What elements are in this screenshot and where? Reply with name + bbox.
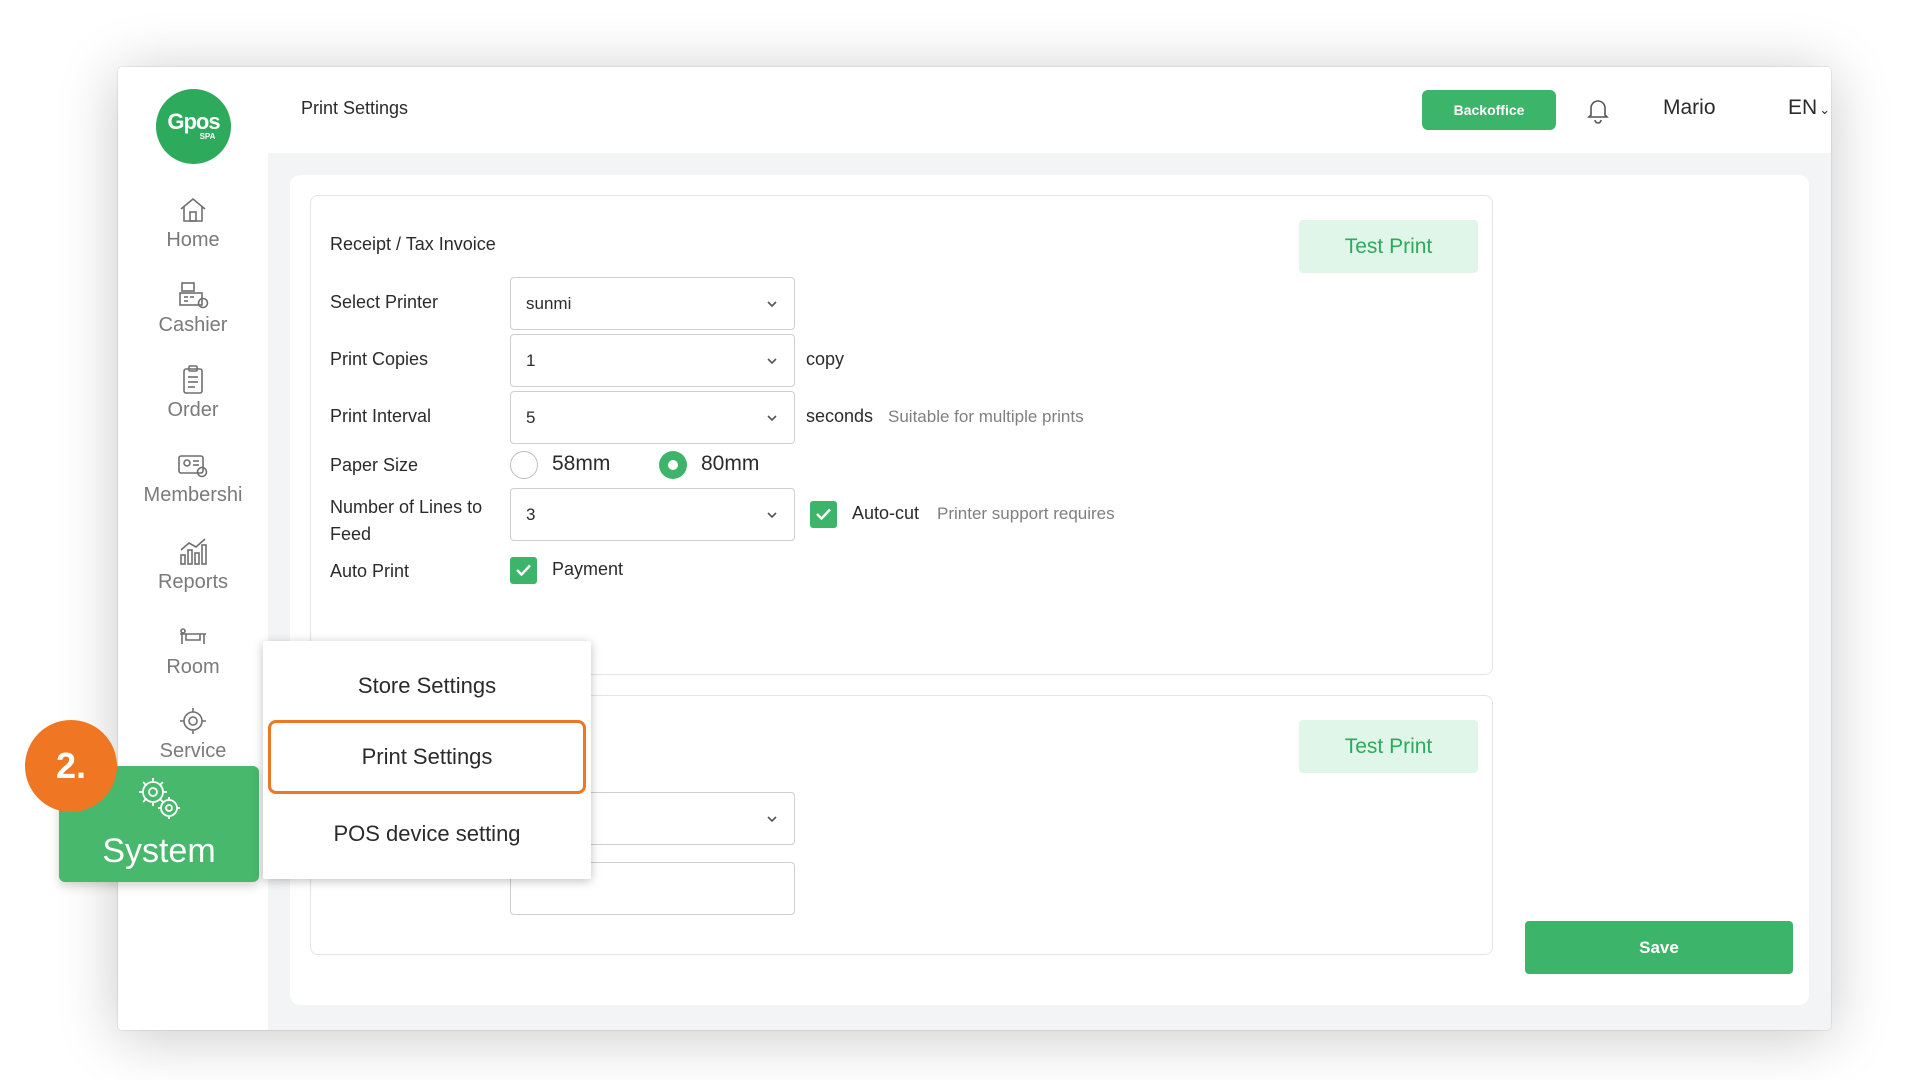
sidebar-item-label: Membershi: [143, 484, 243, 506]
auto-print-label: Auto Print: [330, 561, 410, 581]
auto-print-payment-checkbox[interactable]: [510, 557, 537, 584]
checkmark-icon: [516, 564, 531, 577]
sidebar-item-label: Home: [166, 229, 220, 251]
print-interval-value: 5: [526, 407, 536, 427]
backoffice-button[interactable]: Backoffice: [1422, 90, 1556, 130]
sidebar-item-label: Service: [159, 740, 227, 762]
step-badge: 2.: [25, 720, 117, 812]
print-interval-dropdown[interactable]: 5: [510, 391, 795, 444]
paper-size-label: Paper Size: [330, 455, 419, 475]
system-label: System: [102, 832, 216, 870]
sidebar: Gpos SPA Home Cashier Order Membershi Re…: [118, 67, 268, 1030]
sidebar-item-service[interactable]: Service: [118, 704, 268, 763]
print-copies-value: 1: [526, 350, 536, 370]
sidebar-item-label: Room: [166, 656, 220, 678]
user-name[interactable]: Mario: [1663, 96, 1716, 120]
sidebar-item-label: Reports: [157, 571, 229, 593]
logo-subtext: SPA: [199, 132, 216, 141]
menu-item-pos-device-setting[interactable]: POS device setting: [263, 797, 591, 871]
select-printer-value: sunmi: [526, 293, 572, 313]
receipt-settings-card: Receipt / Tax Invoice Test Print Select …: [310, 195, 1493, 675]
print-interval-label: Print Interval: [330, 406, 432, 426]
service-icon: [180, 708, 206, 734]
sidebar-item-label: Order: [167, 399, 219, 421]
logo-text: Gpos: [167, 109, 220, 134]
save-button[interactable]: Save: [1525, 921, 1793, 974]
app-logo[interactable]: Gpos SPA: [156, 89, 231, 164]
feed-lines-dropdown[interactable]: 3: [510, 488, 795, 541]
order-icon: [183, 365, 203, 394]
chevron-down-icon: ⌄: [1819, 102, 1831, 117]
sidebar-item-label: Cashier: [158, 314, 228, 336]
content-panel: Receipt / Tax Invoice Test Print Select …: [290, 175, 1809, 1005]
page-title: Print Settings: [301, 98, 409, 118]
home-icon: [180, 197, 206, 222]
sidebar-item-cashier[interactable]: Cashier: [118, 278, 268, 337]
bell-icon[interactable]: [1583, 95, 1613, 125]
chevron-down-icon: [767, 512, 777, 519]
paper-size-option-label: 80mm: [701, 452, 760, 475]
cashier-icon: [179, 282, 209, 309]
sidebar-item-reports[interactable]: Reports: [118, 535, 268, 594]
select-printer-label: Select Printer: [330, 292, 439, 312]
app-window: Gpos SPA Home Cashier Order Membershi Re…: [118, 67, 1831, 1030]
menu-item-store-settings[interactable]: Store Settings: [263, 649, 591, 723]
checkmark-icon: [816, 508, 831, 521]
top-header: Print Settings Backoffice Mario EN ⌄: [268, 67, 1831, 153]
chevron-down-icon: [767, 301, 777, 308]
chevron-down-icon: [767, 415, 777, 422]
sidebar-item-home[interactable]: Home: [118, 193, 268, 252]
sidebar-item-room[interactable]: Room: [118, 620, 268, 679]
section-title: Receipt / Tax Invoice: [330, 234, 496, 254]
paper-size-radio-80mm[interactable]: [659, 451, 687, 479]
language-label: EN: [1788, 96, 1818, 119]
language-selector[interactable]: EN ⌄: [1788, 96, 1830, 120]
test-print-button[interactable]: Test Print: [1299, 720, 1478, 773]
auto-cut-checkbox[interactable]: [810, 501, 837, 528]
chevron-down-icon: [767, 816, 777, 823]
system-submenu: Store Settings Print Settings POS device…: [263, 641, 591, 879]
feed-lines-value: 3: [526, 504, 536, 524]
gears-icon: [139, 778, 180, 819]
auto-print-payment-label: Payment: [552, 559, 624, 579]
test-print-button[interactable]: Test Print: [1299, 220, 1478, 273]
reports-icon: [180, 538, 207, 565]
sidebar-item-membership[interactable]: Membershi: [118, 448, 268, 507]
print-interval-suffix: seconds: [806, 406, 874, 426]
print-copies-dropdown[interactable]: 1: [510, 334, 795, 387]
print-copies-suffix: copy: [806, 349, 845, 369]
print-interval-hint: Suitable for multiple prints: [888, 407, 1084, 426]
print-copies-label: Print Copies: [330, 349, 429, 369]
paper-size-radio-58mm[interactable]: [510, 451, 538, 479]
select-printer-dropdown[interactable]: sunmi: [510, 277, 795, 330]
feed-lines-label: Number of Lines to Feed: [330, 497, 483, 544]
auto-cut-hint: Printer support requires: [937, 504, 1115, 523]
paper-size-option-label: 58mm: [552, 452, 611, 475]
menu-item-print-settings[interactable]: Print Settings: [268, 720, 586, 794]
sidebar-item-order[interactable]: Order: [118, 363, 268, 422]
room-icon: [180, 628, 206, 644]
auto-cut-label: Auto-cut: [852, 503, 920, 523]
chevron-down-icon: [767, 358, 777, 365]
membership-icon: [178, 455, 208, 478]
